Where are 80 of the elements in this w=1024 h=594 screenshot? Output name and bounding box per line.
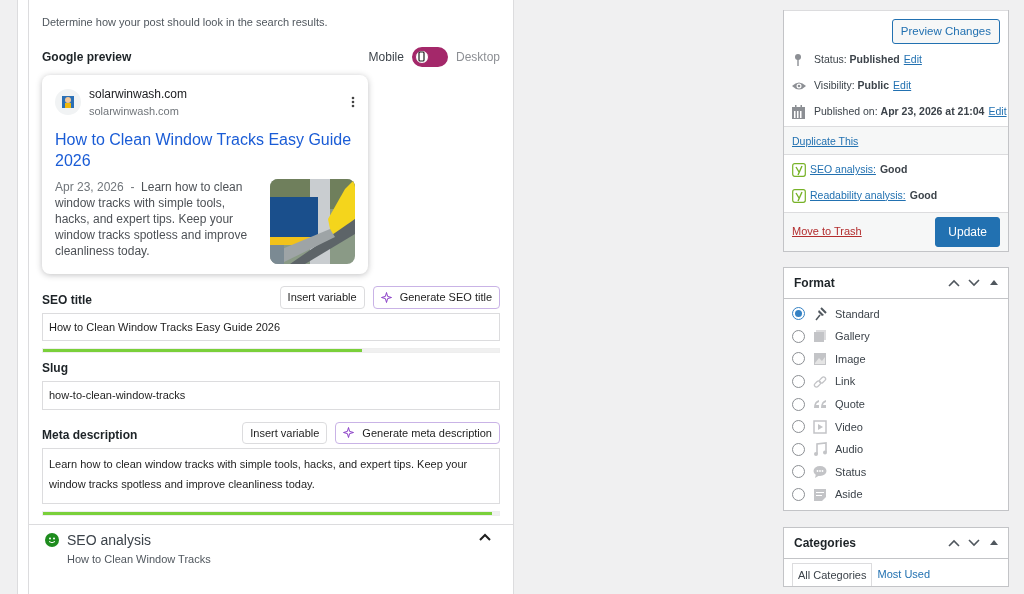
collapse-icon[interactable] xyxy=(990,540,998,546)
radio-button[interactable] xyxy=(792,465,805,479)
format-option-label[interactable]: Image xyxy=(835,350,866,368)
format-option-label[interactable]: Status xyxy=(835,463,867,481)
radio-button[interactable] xyxy=(792,375,805,389)
video-icon xyxy=(813,419,827,434)
more-options-icon[interactable] xyxy=(351,95,355,108)
radio-button[interactable] xyxy=(792,442,805,456)
field-label: SEO title xyxy=(42,291,92,309)
format-option-label[interactable]: Quote xyxy=(835,395,865,413)
box-title: Format xyxy=(794,274,835,292)
gallery-icon xyxy=(813,329,827,344)
pin-icon xyxy=(813,306,827,321)
edit-link[interactable]: Edit xyxy=(903,52,922,68)
site-name: solarwinwash.com xyxy=(89,85,188,103)
edit-link[interactable]: Edit xyxy=(988,103,1007,120)
input-field[interactable]: how-to-clean-window-tracks xyxy=(42,381,500,410)
yoast-check-icon xyxy=(792,162,806,177)
move-up-icon[interactable] xyxy=(948,278,960,287)
site-favicon-icon xyxy=(55,88,81,115)
analysis-result: Good xyxy=(909,187,938,203)
collapse-chevron-icon[interactable] xyxy=(479,533,491,541)
image-icon xyxy=(813,352,827,366)
analysis-title[interactable]: SEO analysis xyxy=(67,530,211,551)
input-field[interactable]: How to Clean Window Tracks Easy Guide 2026 xyxy=(42,312,500,341)
music-note-icon xyxy=(813,442,827,457)
mobile-desktop-toggle[interactable] xyxy=(411,46,448,67)
sparkle-icon xyxy=(380,291,392,303)
document-icon xyxy=(813,487,827,502)
format-option-label[interactable]: Standard xyxy=(835,305,880,323)
speech-bubble-icon xyxy=(813,464,827,479)
sparkle-icon xyxy=(343,427,355,439)
format-option-label[interactable]: Audio xyxy=(835,441,864,458)
analysis-link[interactable]: SEO analysis: xyxy=(810,162,876,178)
yoast-check-icon xyxy=(792,188,806,203)
radio-button[interactable] xyxy=(792,488,805,502)
duplicate-link[interactable]: Duplicate This xyxy=(792,134,859,147)
smiley-icon xyxy=(45,533,59,547)
collapse-icon[interactable] xyxy=(990,280,998,285)
insert-variable-button[interactable]: Insert variable xyxy=(242,421,328,444)
edit-link[interactable]: Edit xyxy=(893,78,912,94)
generate-button[interactable]: Generate SEO title xyxy=(372,286,500,309)
format-option-label[interactable]: Gallery xyxy=(835,328,870,345)
radio-button[interactable] xyxy=(792,397,805,411)
format-option-label[interactable]: Link xyxy=(835,373,856,390)
description-text: Determine how your post should look in the search results. xyxy=(42,15,329,30)
meta-text: Status: Published xyxy=(814,52,900,68)
format-option-label[interactable]: Video xyxy=(835,418,863,435)
site-url: solarwinwash.com xyxy=(89,103,180,119)
analysis-result: Good xyxy=(879,162,908,177)
field-label: Slug xyxy=(42,360,68,377)
meta-text: Visibility: Public xyxy=(814,78,890,93)
phone-icon xyxy=(415,50,427,62)
result-title-link[interactable]: How to Clean Window Tracks Easy Guide 2026 xyxy=(55,129,355,171)
category-tab[interactable]: All Categories xyxy=(792,562,873,587)
link-icon xyxy=(813,374,827,389)
mode-label[interactable]: Mobile xyxy=(368,47,404,66)
radio-button[interactable] xyxy=(792,352,805,366)
move-down-icon[interactable] xyxy=(968,278,980,287)
radio-button[interactable] xyxy=(792,420,805,434)
analysis-link[interactable]: Readability analysis: xyxy=(810,187,906,204)
radio-button[interactable] xyxy=(792,307,805,321)
meta-text: Published on: Apr 23, 2026 at 21:04 xyxy=(814,103,985,119)
move-up-icon[interactable] xyxy=(948,538,960,547)
textarea-field[interactable]: Learn how to clean window tracks with simple tools, hacks, and expert tips. Keep your window tracks spotless and improve cleanliness today. xyxy=(42,448,500,504)
analysis-subtitle: How to Clean Window Tracks xyxy=(67,552,211,567)
category-tab[interactable]: Most Used xyxy=(872,562,936,587)
radio-button[interactable] xyxy=(792,329,805,343)
field-label: Meta description xyxy=(42,427,138,444)
result-snippet: Apr 23, 2026 - Learn how to clean window tracks with simple tools, hacks, and expert tips. Keep your window tracks spotless and improve cleanliness today. xyxy=(55,179,249,260)
format-option-label[interactable]: Aside xyxy=(835,486,863,503)
preview-changes-button[interactable]: Preview Changes xyxy=(891,19,1000,45)
preview-label: Google preview xyxy=(42,48,132,66)
move-down-icon[interactable] xyxy=(968,538,980,547)
calendar-icon xyxy=(792,104,806,119)
box-title: Categories xyxy=(794,534,857,552)
move-to-trash-link[interactable]: Move to Trash xyxy=(792,223,862,240)
insert-variable-button[interactable]: Insert variable xyxy=(279,286,365,309)
generate-button[interactable]: Generate meta description xyxy=(335,421,500,444)
update-button[interactable]: Update xyxy=(935,216,1000,247)
